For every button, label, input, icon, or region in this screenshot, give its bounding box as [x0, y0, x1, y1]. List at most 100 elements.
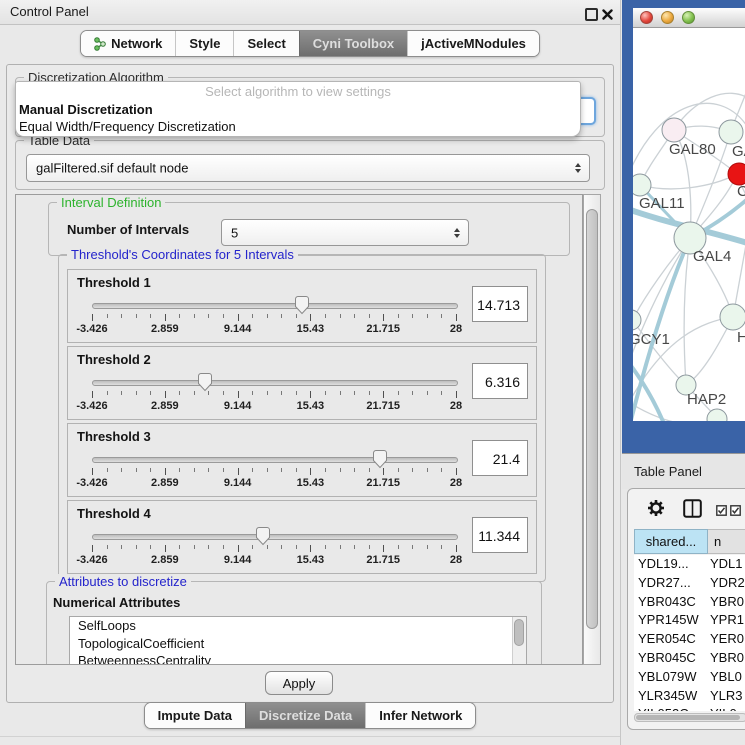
tab-jactivemnodules[interactable]: jActiveMNodules: [407, 31, 539, 56]
threshold-value-field[interactable]: 14.713: [472, 286, 528, 322]
slider-thumb[interactable]: [255, 527, 271, 546]
slider-tick: [427, 314, 428, 318]
slider-tick: [412, 468, 413, 472]
table-row[interactable]: YPR145WYPR1: [634, 611, 745, 630]
slider-tick-label: 21.715: [351, 323, 415, 335]
slider-tick: [252, 468, 253, 472]
slider-tick-label: 9.144: [206, 554, 270, 566]
network-node[interactable]: [719, 120, 743, 144]
numerical-attributes-list[interactable]: SelfLoopsTopologicalCoefficientBetweenne…: [69, 616, 527, 665]
threshold-label: Threshold 4: [77, 506, 151, 521]
dropdown-option-manual-discretization[interactable]: Manual Discretization: [16, 101, 580, 118]
table-row[interactable]: YBR043CYBR0: [634, 593, 745, 612]
threshold-value-field[interactable]: 11.344: [472, 517, 528, 553]
attributes-list-scrollbar-thumb[interactable]: [514, 619, 524, 646]
attribute-list-item[interactable]: TopologicalCoefficient: [70, 635, 526, 653]
threshold-value-field[interactable]: 21.4: [472, 440, 528, 476]
slider-track[interactable]: [92, 457, 458, 463]
slider-tick-label: 15.43: [278, 323, 342, 335]
number-of-intervals-combobox[interactable]: 5: [221, 219, 469, 246]
network-node-label: HAP2: [687, 391, 726, 408]
tab-network[interactable]: Network: [81, 31, 175, 56]
network-node[interactable]: [633, 174, 651, 196]
slider-tick: [179, 391, 180, 395]
slider-tick: [296, 468, 297, 472]
table-row[interactable]: YBR045CYBR0: [634, 649, 745, 668]
zoom-window-icon[interactable]: [682, 11, 695, 24]
network-canvas[interactable]: GAL80GACGAL11GAL4GCY1HHAP2: [633, 28, 745, 421]
slider-tick: [238, 314, 239, 321]
cell-name: YLR3: [710, 687, 743, 706]
columns-icon[interactable]: [683, 499, 702, 523]
close-icon[interactable]: [602, 7, 613, 18]
checkbox-icon[interactable]: [730, 503, 741, 521]
slider-tick: [179, 468, 180, 472]
threshold-label: Threshold 1: [77, 275, 151, 290]
network-node[interactable]: [728, 163, 745, 185]
attributes-list-scrollbar[interactable]: [512, 617, 526, 665]
table-row[interactable]: YDR27...YDR2: [634, 574, 745, 593]
tab-discretize-data[interactable]: Discretize Data: [245, 703, 365, 728]
tab-cyni-toolbox[interactable]: Cyni Toolbox: [299, 31, 407, 56]
apply-button[interactable]: Apply: [265, 671, 333, 695]
slider-tick: [194, 314, 195, 318]
table-row[interactable]: YIL052CYIL0: [634, 705, 745, 711]
dropdown-option-equal-width-frequency[interactable]: Equal Width/Frequency Discretization: [16, 118, 580, 135]
close-window-icon[interactable]: [640, 11, 653, 24]
table-row[interactable]: YDL19...YDL1: [634, 555, 745, 574]
slider-tick: [441, 545, 442, 549]
settings-vertical-scrollbar[interactable]: [583, 194, 601, 665]
table-horizontal-scrollbar-thumb[interactable]: [636, 715, 740, 720]
node-table[interactable]: YDL19...YDL1YDR27...YDR2YBR043CYBR0YPR14…: [634, 555, 745, 711]
slider-tick-label: 2.859: [133, 477, 197, 489]
tab-impute-data[interactable]: Impute Data: [145, 703, 245, 728]
table-row[interactable]: YLR345WYLR3: [634, 687, 745, 706]
float-window-icon[interactable]: [585, 8, 598, 21]
attribute-list-item[interactable]: BetweennessCentrality: [70, 652, 526, 665]
column-header-name[interactable]: n: [708, 529, 745, 554]
attributes-group: Attributes to discretize Numerical Attri…: [46, 581, 542, 665]
slider-tick: [150, 314, 151, 318]
cell-shared-name: YBR043C: [634, 593, 710, 612]
table-data-combobox[interactable]: galFiltered.sif default node: [26, 154, 590, 182]
gear-icon[interactable]: [647, 499, 665, 522]
network-node[interactable]: [662, 118, 686, 142]
column-header-shared-name[interactable]: shared...: [634, 529, 708, 554]
slider-track[interactable]: [92, 380, 458, 386]
table-row[interactable]: YBL079WYBL0: [634, 668, 745, 687]
slider-tick: [456, 391, 457, 398]
slider-thumb[interactable]: [294, 296, 310, 315]
threshold-row-2: Threshold 2-3.4262.8599.14415.4321.71528…: [67, 346, 537, 420]
network-node[interactable]: [720, 304, 745, 330]
network-window-titlebar[interactable]: [633, 8, 745, 28]
network-node[interactable]: [633, 310, 641, 330]
slider-tick-label: 9.144: [206, 400, 270, 412]
slider-tick: [92, 314, 93, 321]
tab-style[interactable]: Style: [175, 31, 233, 56]
slider-tick: [281, 468, 282, 472]
slider-thumb[interactable]: [372, 450, 388, 469]
top-tab-strip: NetworkStyleSelectCyni ToolboxjActiveMNo…: [80, 30, 540, 57]
network-node-label: H: [737, 329, 745, 346]
tab-select[interactable]: Select: [233, 31, 298, 56]
slider-tick: [369, 314, 370, 318]
slider-tick-label: 15.43: [278, 477, 342, 489]
settings-scrollbar-thumb[interactable]: [586, 209, 598, 629]
table-row[interactable]: YER054CYER0: [634, 630, 745, 649]
slider-track[interactable]: [92, 303, 458, 309]
table-horizontal-scrollbar[interactable]: [634, 713, 745, 722]
cyni-toolbox-panel: Discretization Algorithm Select algorith…: [6, 64, 614, 703]
tab-infer-network[interactable]: Infer Network: [365, 703, 475, 728]
slider-thumb[interactable]: [197, 373, 213, 392]
slider-tick: [121, 314, 122, 318]
slider-tick-label: 2.859: [133, 323, 197, 335]
minimize-window-icon[interactable]: [661, 11, 674, 24]
slider-tick: [398, 468, 399, 472]
threshold-value-field[interactable]: 6.316: [472, 363, 528, 399]
slider-track[interactable]: [92, 534, 458, 540]
slider-tick: [121, 545, 122, 549]
slider-tick: [441, 391, 442, 395]
attribute-list-item[interactable]: SelfLoops: [70, 617, 526, 635]
dropdown-hint: Select algorithm to view settings: [16, 82, 580, 101]
checkbox-icon[interactable]: [716, 503, 727, 521]
